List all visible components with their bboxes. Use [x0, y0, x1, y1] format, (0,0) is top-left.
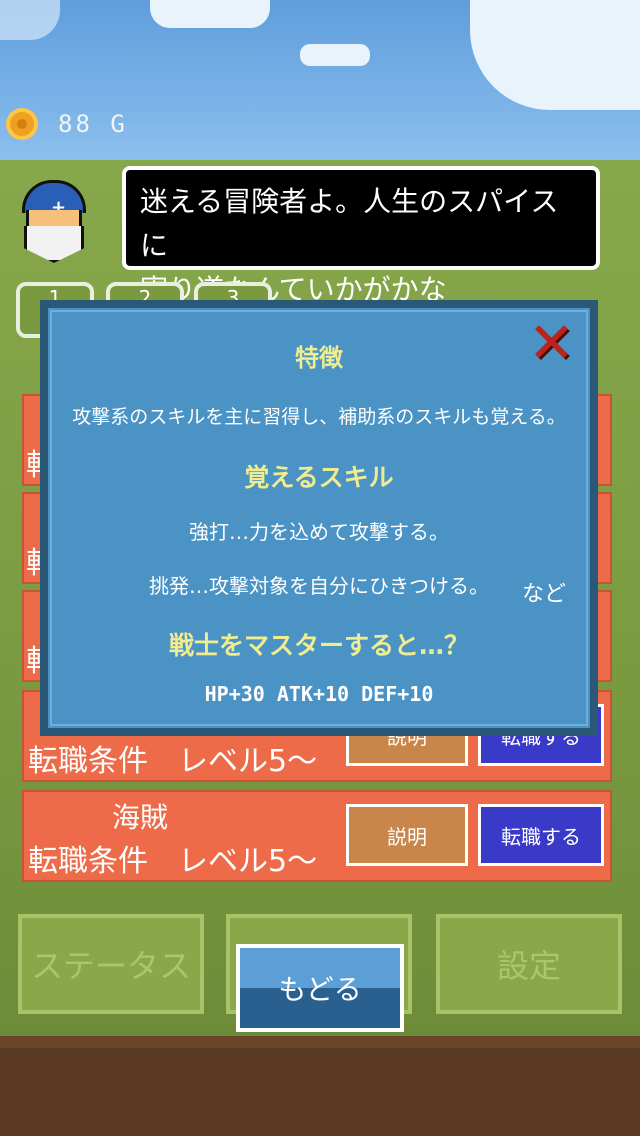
skill-1: 強打…力を込めて攻撃する。: [189, 520, 449, 544]
job-name: 海賊: [112, 801, 169, 834]
npc-avatar: +: [18, 170, 86, 268]
etc-label: など: [522, 582, 567, 607]
feature-text: 攻撃系のスキルを主に習得し、補助系のスキルも覚える。: [72, 406, 566, 428]
speech-bubble: 迷える冒険者よ。人生のスパイスに 寄り道なんていかがかな: [122, 166, 600, 306]
gold-amount: 88 G: [58, 110, 128, 138]
beard: [24, 226, 84, 263]
job-condition: 転職条件 レベル5～: [28, 844, 318, 879]
cloud: [470, 0, 640, 110]
cloud: [300, 44, 370, 66]
status-button[interactable]: ステータス: [18, 914, 204, 1014]
job-row: 海賊 転職条件 レベル5～ 説明 転職する: [22, 790, 612, 882]
face: [26, 210, 82, 228]
cloud: [150, 0, 270, 28]
job-condition: 転職条件 レベル5～: [28, 744, 318, 779]
description-button[interactable]: 説明: [346, 804, 468, 866]
dirt-floor: [0, 1036, 640, 1136]
skills-heading: 覚えるスキル: [244, 463, 394, 492]
cloud: [0, 0, 60, 40]
job-info-popup: ✕ 特徴 攻撃系のスキルを主に習得し、補助系のスキルも覚える。 覚えるスキル 強…: [40, 300, 598, 736]
sky-background: [0, 0, 640, 165]
skill-2: 挑発…攻撃対象を自分にひきつける。: [149, 574, 489, 598]
change-job-button[interactable]: 転職する: [478, 804, 604, 866]
speech-line-1: 迷える冒険者よ。人生のスパイスに: [140, 185, 559, 262]
master-bonus: HP+30 ATK+10 DEF+10: [204, 682, 434, 706]
hat: +: [22, 180, 86, 218]
feature-heading: 特徴: [295, 344, 343, 372]
master-heading: 戦士をマスターすると…？: [168, 631, 469, 660]
settings-button[interactable]: 設定: [436, 914, 622, 1014]
coin-icon: [6, 108, 38, 140]
back-button[interactable]: もどる: [236, 944, 404, 1032]
